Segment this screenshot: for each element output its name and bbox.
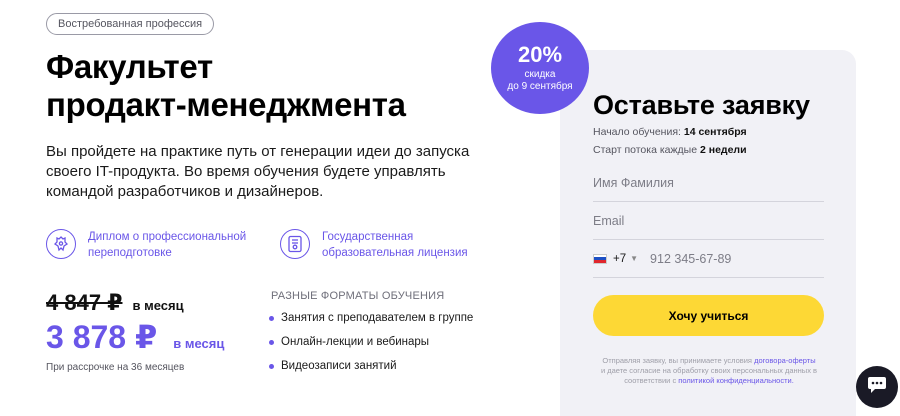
format-label: Онлайн-лекции и вебинары	[281, 336, 430, 348]
discount-badge: 20% скидка до 9 сентября	[491, 22, 589, 114]
stream-label: Старт потока каждые	[593, 144, 698, 156]
chat-button[interactable]	[856, 366, 898, 408]
new-price: 3 878 ₽ в месяц	[46, 318, 224, 356]
feature-diploma-line-2: переподготовке	[88, 247, 172, 259]
legal-text-1: Отправляя заявку, вы принимаете условия	[602, 356, 752, 365]
name-field[interactable]: Имя Фамилия	[593, 164, 824, 202]
start-date-value: 14 сентября	[683, 126, 747, 138]
feature-license: Государственная образовательная лицензия	[280, 229, 468, 261]
form-title: Оставьте заявку	[593, 90, 810, 120]
old-price-period: в месяц	[132, 298, 184, 313]
formats-list: Занятия с преподавателем в группе Онлайн…	[269, 312, 473, 384]
old-price-value: 4 847 ₽	[46, 290, 123, 315]
name-placeholder: Имя Фамилия	[593, 175, 674, 190]
new-price-value: 3 878 ₽	[46, 319, 158, 355]
legal-note: Отправляя заявку, вы принимаете условия …	[600, 356, 818, 386]
discount-line-2: до 9 сентября	[507, 81, 573, 92]
feature-diploma: Диплом о профессиональной переподготовке	[46, 229, 246, 261]
list-item: Онлайн-лекции и вебинары	[269, 336, 473, 348]
stream-info: Старт потока каждые 2 недели	[593, 144, 747, 156]
start-date-info: Начало обучения: 14 сентября	[593, 126, 747, 138]
course-description: Вы пройдете на практике путь от генераци…	[46, 142, 476, 202]
title-line-2: продакт-менеджмента	[46, 86, 406, 123]
list-item: Видеозаписи занятий	[269, 360, 473, 372]
chevron-down-icon[interactable]: ▼	[630, 254, 638, 263]
email-placeholder: Email	[593, 213, 625, 228]
description-line-1: Вы пройдете на практике путь от генераци…	[46, 143, 470, 160]
privacy-link[interactable]: политикой конфиденциальности.	[678, 376, 794, 385]
page-title: Факультет продакт-менеджмента	[46, 48, 486, 124]
format-label: Видеозаписи занятий	[281, 360, 397, 372]
title-line-1: Факультет	[46, 48, 213, 85]
emblem-icon	[46, 229, 76, 259]
license-icon	[280, 229, 310, 259]
format-label: Занятия с преподавателем в группе	[281, 312, 474, 324]
bullet-icon	[269, 315, 274, 321]
discount-percent: 20%	[517, 42, 563, 67]
feature-diploma-line-1: Диплом о профессиональной	[88, 231, 247, 243]
submit-button[interactable]: Хочу учиться	[593, 295, 824, 336]
chat-bubble-icon	[867, 376, 887, 399]
start-date-label: Начало обучения:	[593, 126, 681, 138]
feature-diploma-text: Диплом о профессиональной переподготовке	[88, 229, 246, 261]
phone-placeholder: 912 345-67-89	[650, 251, 732, 266]
feature-license-line-1: Государственная	[322, 231, 414, 243]
description-line-3: командой разработчиков и дизайнеров.	[46, 183, 324, 200]
phone-field[interactable]: +7 ▼ 912 345-67-89	[593, 240, 824, 278]
installment-note: При рассрочке на 36 месяцев	[46, 362, 185, 373]
bullet-icon	[269, 363, 274, 369]
bullet-icon	[269, 339, 274, 345]
discount-line-1: скидка	[524, 69, 556, 80]
email-field[interactable]: Email	[593, 202, 824, 240]
russia-flag-icon[interactable]	[593, 253, 607, 264]
application-form: Оставьте заявку Начало обучения: 14 сент…	[560, 50, 856, 416]
new-price-period: в месяц	[173, 336, 225, 351]
old-price: 4 847 ₽ в месяц	[46, 290, 184, 316]
profession-badge: Востребованная профессия	[46, 13, 215, 35]
feature-license-line-2: образовательная лицензия	[322, 247, 468, 259]
stream-value: 2 недели	[699, 144, 747, 156]
offer-link[interactable]: договора-оферты	[754, 356, 816, 365]
feature-license-text: Государственная образовательная лицензия	[322, 229, 468, 261]
phone-code[interactable]: +7	[613, 253, 626, 265]
list-item: Занятия с преподавателем в группе	[269, 312, 473, 324]
description-line-2: своего IT-продукта. Во время обучения бу…	[46, 163, 446, 180]
formats-heading: РАЗНЫЕ ФОРМАТЫ ОБУЧЕНИЯ	[271, 290, 445, 302]
